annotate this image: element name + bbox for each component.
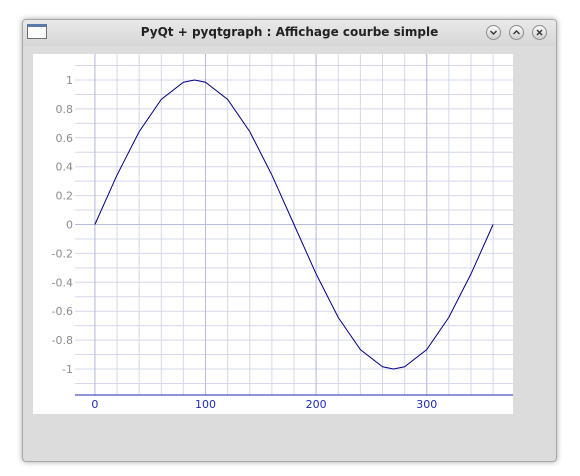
y-tick-label: 0.2 [56,190,74,203]
y-tick-label: -1 [62,363,73,376]
y-tick-label: 0.6 [56,132,74,145]
chevron-down-icon [490,30,497,35]
y-tick-label: 0.4 [56,161,74,174]
x-tick-label: 100 [195,398,216,411]
x-tick-label: 200 [306,398,327,411]
close-button[interactable] [532,25,547,40]
line-chart[interactable]: 0 100 200 300 1 0.8 0.6 0.4 0.2 0 -0.2 -0.4 -0.6 -0.8… [33,54,513,414]
window-title: PyQt + pyqtgraph : Affichage courbe simp… [140,25,439,39]
y-tick-label: -0.6 [52,305,73,318]
y-tick-label: -0.2 [52,247,73,260]
app-window: PyQt + pyqtgraph : Affichage courbe simp… [22,19,557,462]
y-tick-label: 1 [66,74,73,87]
maximize-button[interactable] [509,25,524,40]
y-tick-label: -0.4 [52,276,73,289]
plot-widget[interactable]: 0 100 200 300 1 0.8 0.6 0.4 0.2 0 -0.2 -0.4 -0.6 -0.8… [33,54,513,414]
y-tick-label: 0.8 [56,103,74,116]
x-tick-label: 0 [91,398,98,411]
y-tick-label: -0.8 [52,334,73,347]
y-tick-label: 0 [66,219,73,232]
chevron-up-icon [513,30,520,35]
x-tick-label: 300 [416,398,437,411]
close-icon [536,29,543,36]
title-bar[interactable]: PyQt + pyqtgraph : Affichage courbe simp… [23,20,556,46]
minimize-button[interactable] [486,25,501,40]
